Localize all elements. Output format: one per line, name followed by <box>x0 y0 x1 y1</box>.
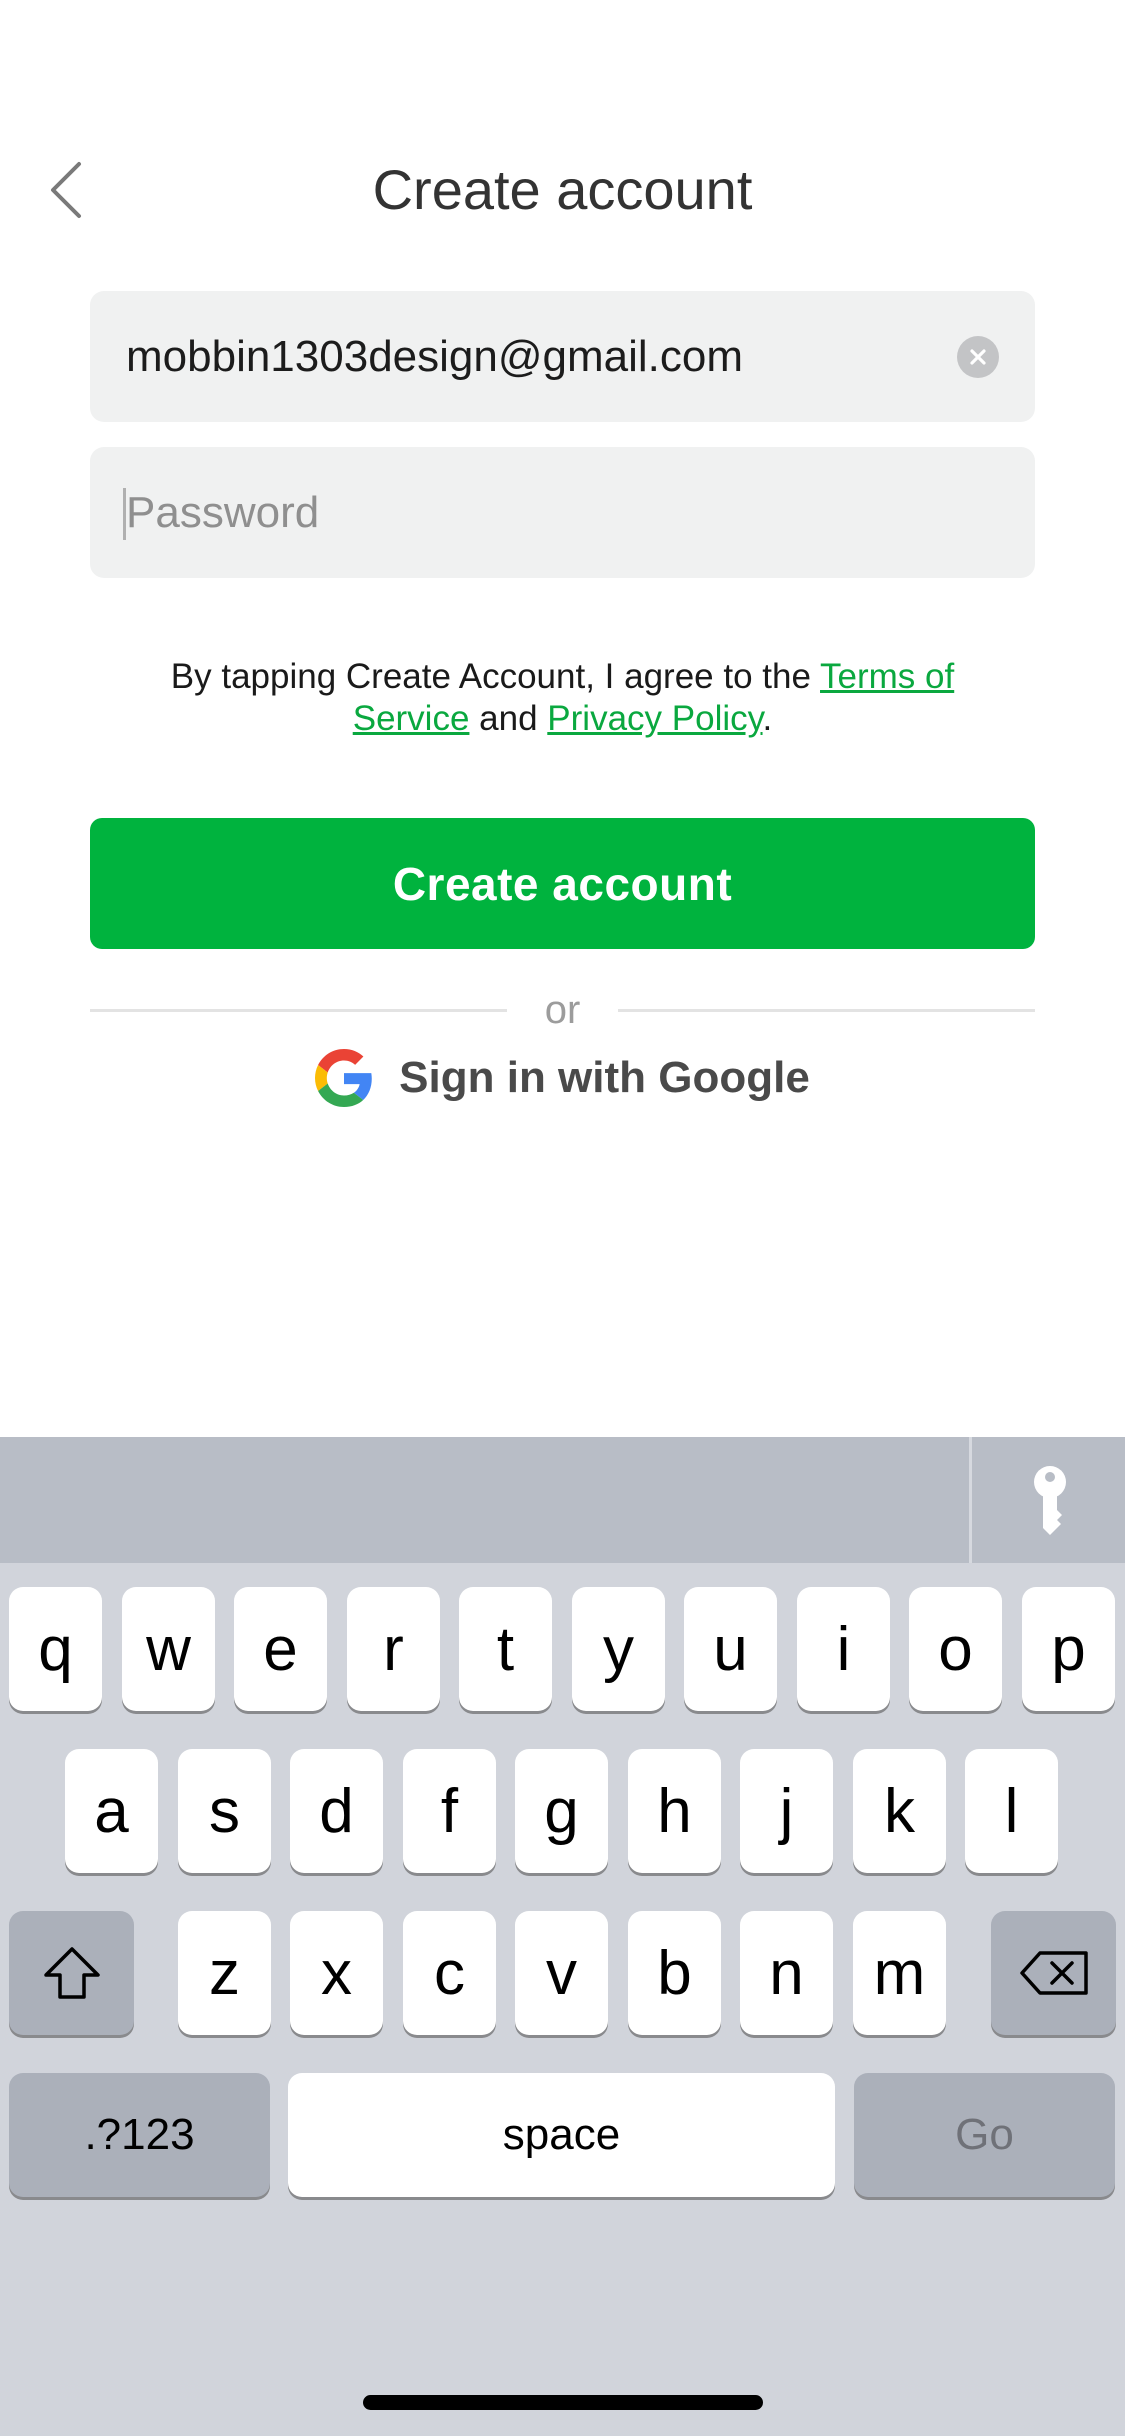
google-logo-icon <box>315 1049 372 1107</box>
delete-key[interactable] <box>991 1911 1116 2035</box>
key-t[interactable]: t <box>459 1587 552 1711</box>
key-q[interactable]: q <box>9 1587 102 1711</box>
key-o[interactable]: o <box>909 1587 1002 1711</box>
close-icon <box>970 348 986 365</box>
key-icon <box>1034 1466 1066 1535</box>
go-key[interactable]: Go <box>854 2073 1115 2197</box>
divider-text: or <box>544 987 581 1032</box>
numbers-key[interactable]: .?123 <box>9 2073 270 2197</box>
key-i[interactable]: i <box>797 1587 890 1711</box>
key-z[interactable]: z <box>178 1911 271 2035</box>
password-placeholder: Password <box>123 487 999 540</box>
shift-icon <box>43 1947 100 1999</box>
backspace-icon <box>1019 1951 1088 1995</box>
divider-line-right <box>618 1008 1036 1012</box>
key-h[interactable]: h <box>628 1749 721 1873</box>
or-divider: or <box>90 980 1036 1040</box>
create-account-button[interactable]: Create account <box>90 818 1035 949</box>
key-b[interactable]: b <box>628 1911 721 2035</box>
key-w[interactable]: w <box>122 1587 215 1711</box>
text-cursor <box>123 487 126 540</box>
clear-email-button[interactable] <box>957 335 999 378</box>
password-field[interactable]: Password <box>90 447 1035 578</box>
space-key[interactable]: space <box>288 2073 835 2197</box>
key-a[interactable]: a <box>65 1749 158 1873</box>
key-x[interactable]: x <box>290 1911 383 2035</box>
key-j[interactable]: j <box>740 1749 833 1873</box>
create-account-screen: Create account mobbin1303design@gmail.co… <box>0 0 1125 2436</box>
key-s[interactable]: s <box>178 1749 271 1873</box>
key-y[interactable]: y <box>572 1587 665 1711</box>
key-e[interactable]: e <box>234 1587 327 1711</box>
keyboard-toolbar <box>0 1437 1125 1563</box>
key-n[interactable]: n <box>740 1911 833 2035</box>
google-sign-in-button[interactable]: Sign in with Google <box>0 1043 1125 1113</box>
email-field[interactable]: mobbin1303design@gmail.com <box>90 291 1035 422</box>
key-l[interactable]: l <box>965 1749 1058 1873</box>
passwords-button[interactable] <box>1010 1457 1090 1543</box>
terms-middle: and <box>469 699 548 738</box>
toolbar-separator <box>969 1437 972 1563</box>
key-p[interactable]: p <box>1022 1587 1115 1711</box>
page-title: Create account <box>372 158 753 221</box>
key-u[interactable]: u <box>684 1587 777 1711</box>
terms-suffix: . <box>762 699 773 738</box>
google-sign-in-label: Sign in with Google <box>399 1053 810 1102</box>
terms-notice: By tapping Create Account, I agree to th… <box>140 656 985 740</box>
key-m[interactable]: m <box>853 1911 946 2035</box>
key-k[interactable]: k <box>853 1749 946 1873</box>
divider-line-left <box>90 1008 507 1012</box>
home-indicator[interactable] <box>363 2395 763 2410</box>
key-f[interactable]: f <box>403 1749 496 1873</box>
terms-prefix: By tapping Create Account, I agree to th… <box>170 657 821 696</box>
key-v[interactable]: v <box>515 1911 608 2035</box>
keyboard: q w e r t y u i o p a s d f g h j k l z … <box>0 1437 1125 2436</box>
privacy-policy-link[interactable]: Privacy Policy <box>547 699 762 738</box>
key-d[interactable]: d <box>290 1749 383 1873</box>
email-value: mobbin1303design@gmail.com <box>126 331 744 381</box>
shift-key[interactable] <box>9 1911 134 2035</box>
password-placeholder-text: Password <box>126 487 320 537</box>
key-r[interactable]: r <box>347 1587 440 1711</box>
key-c[interactable]: c <box>403 1911 496 2035</box>
key-g[interactable]: g <box>515 1749 608 1873</box>
